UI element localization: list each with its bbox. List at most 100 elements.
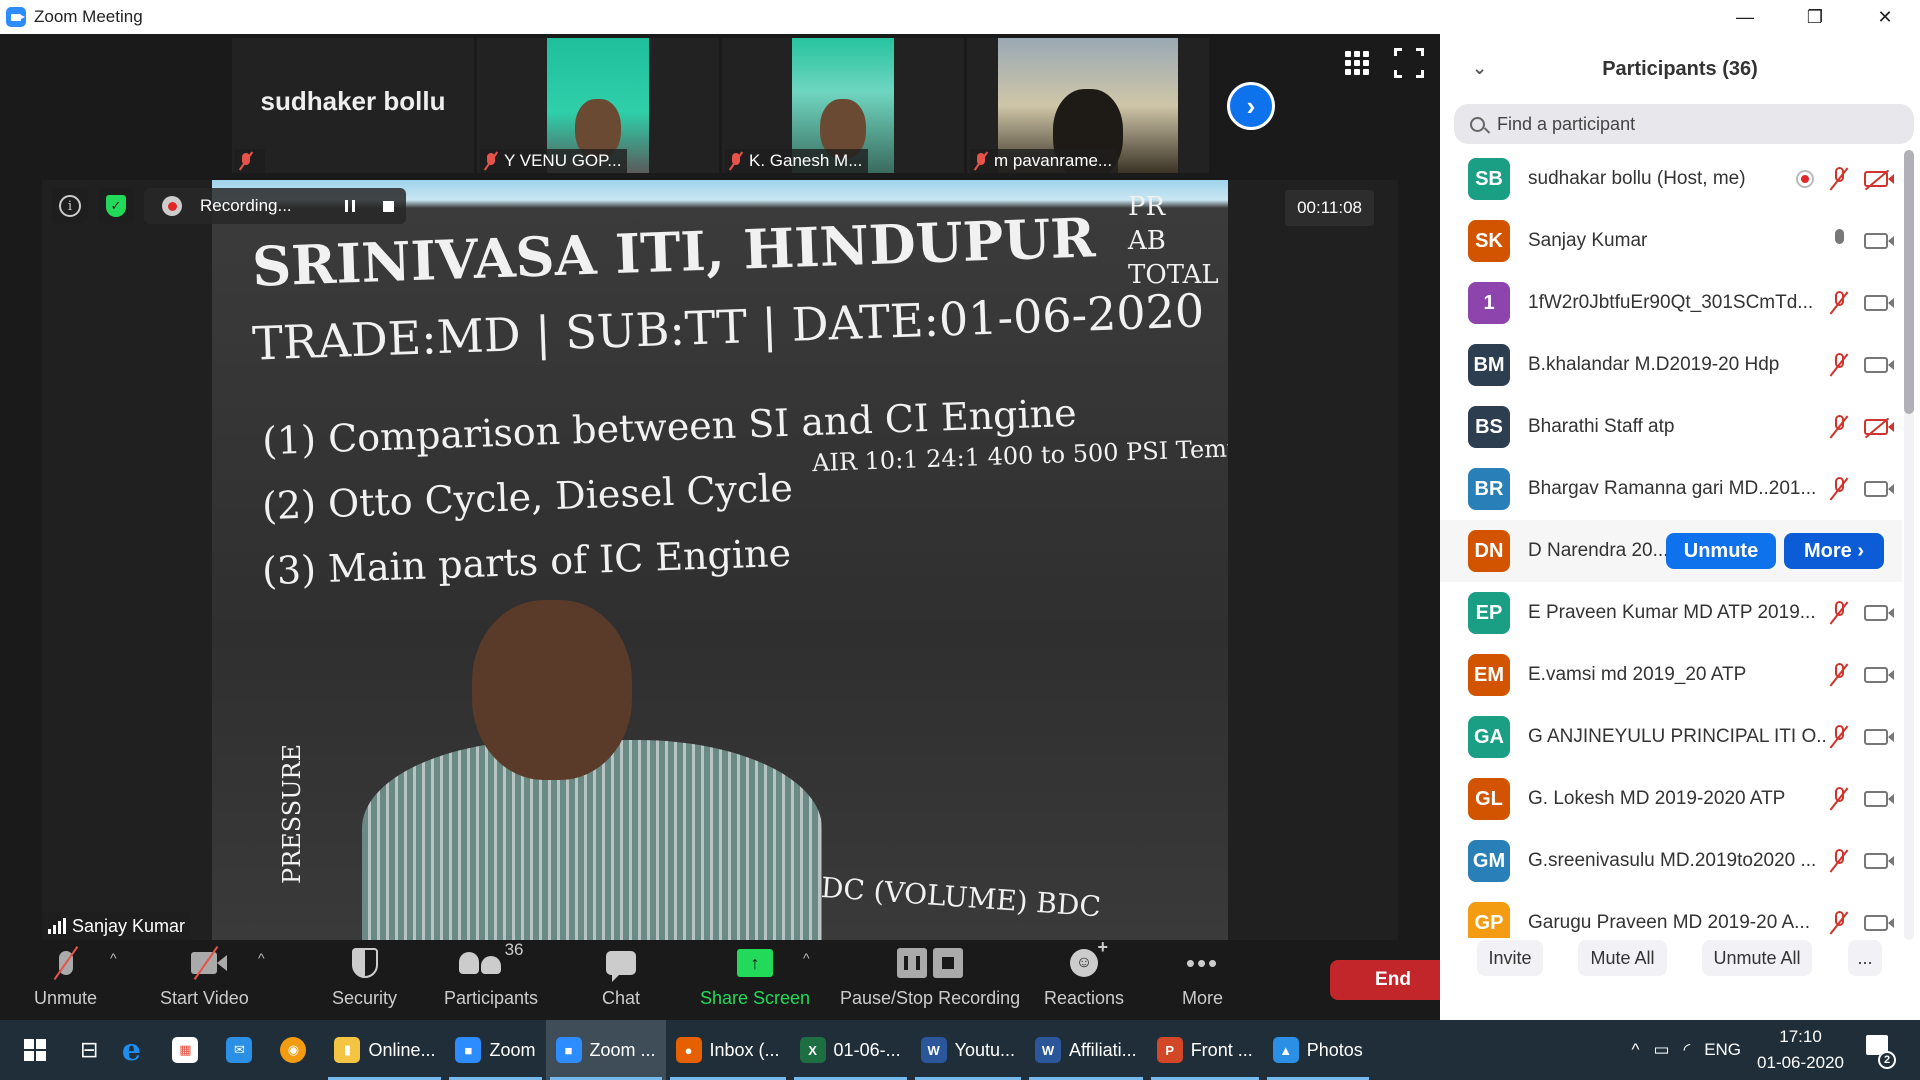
restore-button[interactable]: ❐ — [1780, 0, 1850, 34]
participant-row[interactable]: GP Garugu Praveen MD 2019-20 A... — [1440, 892, 1902, 938]
reactions-icon: ☺ — [1070, 937, 1108, 977]
mic-muted-icon[interactable] — [1828, 725, 1850, 749]
video-on-icon[interactable] — [1864, 295, 1894, 311]
fullscreen-button[interactable] — [1394, 48, 1424, 78]
video-options-caret[interactable]: ^ — [258, 950, 265, 966]
taskbar-app[interactable]: ▮ Online... — [324, 1020, 445, 1080]
next-page-button[interactable]: › — [1227, 82, 1275, 130]
stop-recording-button[interactable] — [383, 200, 394, 212]
mic-muted-icon[interactable] — [1828, 477, 1850, 501]
unmute-all-button[interactable]: Unmute All — [1702, 940, 1812, 976]
meeting-info-button[interactable]: i — [52, 188, 88, 224]
clock[interactable]: 17:10 01-06-2020 — [1757, 1024, 1844, 1076]
end-meeting-button[interactable]: End — [1330, 960, 1456, 1000]
language-indicator[interactable]: ENG — [1704, 1040, 1741, 1060]
encryption-button[interactable]: ✓ — [98, 188, 134, 224]
thumbnail-tile[interactable]: K. Ganesh M... — [722, 38, 964, 173]
more-button[interactable]: ••• More — [1182, 940, 1223, 1020]
video-on-icon[interactable] — [1864, 667, 1894, 683]
audio-options-caret[interactable]: ^ — [110, 950, 117, 966]
mic-muted-icon[interactable] — [1828, 787, 1850, 811]
video-off-icon[interactable] — [1864, 417, 1894, 439]
taskbar-app[interactable]: W Affiliati... — [1025, 1020, 1147, 1080]
video-on-icon[interactable] — [1864, 791, 1894, 807]
invite-button[interactable]: Invite — [1477, 940, 1543, 976]
participant-list-scrollbar[interactable] — [1904, 150, 1914, 940]
participant-row[interactable]: GA G ANJINEYULU PRINCIPAL ITI O... — [1440, 706, 1902, 768]
video-on-icon[interactable] — [1864, 605, 1894, 621]
participant-row[interactable]: GL G. Lokesh MD 2019-2020 ATP — [1440, 768, 1902, 830]
share-screen-button[interactable]: ↑ Share Screen — [700, 940, 810, 1020]
tray-overflow-button[interactable]: ^ — [1632, 1040, 1640, 1060]
mic-muted-icon[interactable] — [1828, 353, 1850, 377]
video-on-icon[interactable] — [1864, 233, 1894, 249]
mic-muted-icon[interactable] — [1828, 601, 1850, 625]
video-on-icon[interactable] — [1864, 915, 1894, 931]
participant-row[interactable]: SK Sanjay Kumar — [1440, 210, 1902, 272]
thumbnail-tile[interactable]: sudhaker bollu — [232, 38, 474, 173]
security-shield-icon — [351, 948, 378, 978]
store-button[interactable]: ▦ — [162, 1020, 216, 1080]
pause-recording-button[interactable] — [345, 200, 355, 212]
taskbar-app[interactable]: X 01-06-... — [790, 1020, 911, 1080]
participants-button[interactable]: 36 Participants — [444, 940, 538, 1020]
find-participant-input[interactable]: Find a participant — [1454, 104, 1914, 144]
task-view-button[interactable]: ⊟ — [70, 1020, 108, 1080]
minimize-button[interactable]: — — [1710, 0, 1780, 34]
participant-row[interactable]: BR Bhargav Ramanna gari MD..201... — [1440, 458, 1902, 520]
participant-row[interactable]: BS Bharathi Staff atp — [1440, 396, 1902, 458]
chat-button[interactable]: Chat — [602, 940, 640, 1020]
video-on-icon[interactable] — [1864, 357, 1894, 373]
browser-button[interactable]: ◉ — [270, 1020, 324, 1080]
edge-button[interactable]: e — [108, 1020, 162, 1080]
wifi-icon[interactable]: ◜ — [1684, 1040, 1691, 1060]
chat-icon — [606, 951, 637, 982]
thumbnail-strip: sudhaker bollu Y VENU GOP... K. Ganesh M… — [232, 38, 1209, 173]
video-off-icon[interactable] — [1864, 169, 1894, 191]
participant-row[interactable]: 1 1fW2r0JbtfuEr90Qt_301SCmTd... — [1440, 272, 1902, 334]
gallery-view-button[interactable] — [1342, 48, 1372, 78]
close-button[interactable]: ✕ — [1850, 0, 1920, 34]
power-icon[interactable]: ▭ — [1654, 1040, 1670, 1060]
participant-row[interactable]: BM B.khalandar M.D2019-20 Hdp — [1440, 334, 1902, 396]
collapse-panel-icon[interactable]: ⌄ — [1472, 58, 1487, 79]
mic-muted-icon[interactable] — [1828, 415, 1850, 439]
mic-muted-icon[interactable] — [1828, 167, 1850, 191]
mute-all-button[interactable]: Mute All — [1578, 940, 1667, 976]
start-video-button[interactable]: Start Video — [160, 940, 249, 1020]
video-on-icon[interactable] — [1864, 481, 1894, 497]
participant-row[interactable]: EM E.vamsi md 2019_20 ATP — [1440, 644, 1902, 706]
security-button[interactable]: Security — [332, 940, 397, 1020]
participant-more-button[interactable]: More › — [1784, 533, 1884, 569]
participant-row[interactable]: GM G.sreenivasulu MD.2019to2020 ... — [1440, 830, 1902, 892]
participant-row[interactable]: DN D Narendra 20... Unmute More › — [1440, 520, 1902, 582]
unmute-button[interactable]: Unmute — [34, 940, 97, 1020]
participant-row[interactable]: EP E Praveen Kumar MD ATP 2019... — [1440, 582, 1902, 644]
mail-button[interactable]: ✉ — [216, 1020, 270, 1080]
mic-muted-icon[interactable] — [1828, 663, 1850, 687]
taskbar-app[interactable]: P Front ... — [1147, 1020, 1263, 1080]
pause-stop-recording-button[interactable]: Pause/Stop Recording — [840, 940, 1020, 1020]
ask-to-unmute-button[interactable]: Unmute — [1666, 533, 1776, 569]
video-on-icon[interactable] — [1864, 853, 1894, 869]
notifications-button[interactable]: 2 — [1864, 1035, 1896, 1069]
thumbnail-tile[interactable]: m pavanrame... — [967, 38, 1209, 173]
mic-on-icon[interactable] — [1828, 229, 1850, 253]
participant-row[interactable]: SB sudhakar bollu (Host, me) — [1440, 148, 1902, 210]
taskbar-app[interactable]: ● Inbox (... — [666, 1020, 790, 1080]
share-options-caret[interactable]: ^ — [803, 950, 810, 966]
reactions-button[interactable]: ☺ Reactions — [1044, 937, 1124, 1020]
video-on-icon[interactable] — [1864, 729, 1894, 745]
mic-muted-icon[interactable] — [1828, 911, 1850, 935]
panel-more-button[interactable]: ... — [1848, 940, 1882, 976]
mic-muted-icon[interactable] — [1828, 849, 1850, 873]
mic-muted-icon[interactable] — [1828, 291, 1850, 315]
avatar: GL — [1468, 778, 1510, 820]
taskbar-app[interactable]: ▲ Photos — [1263, 1020, 1373, 1080]
taskbar-app[interactable]: ■ Zoom — [445, 1020, 545, 1080]
taskbar-app[interactable]: ■ Zoom ... — [545, 1020, 666, 1080]
avatar: EP — [1468, 592, 1510, 634]
thumbnail-tile[interactable]: Y VENU GOP... — [477, 38, 719, 173]
start-button[interactable] — [0, 1020, 70, 1080]
taskbar-app[interactable]: W Youtu... — [911, 1020, 1025, 1080]
